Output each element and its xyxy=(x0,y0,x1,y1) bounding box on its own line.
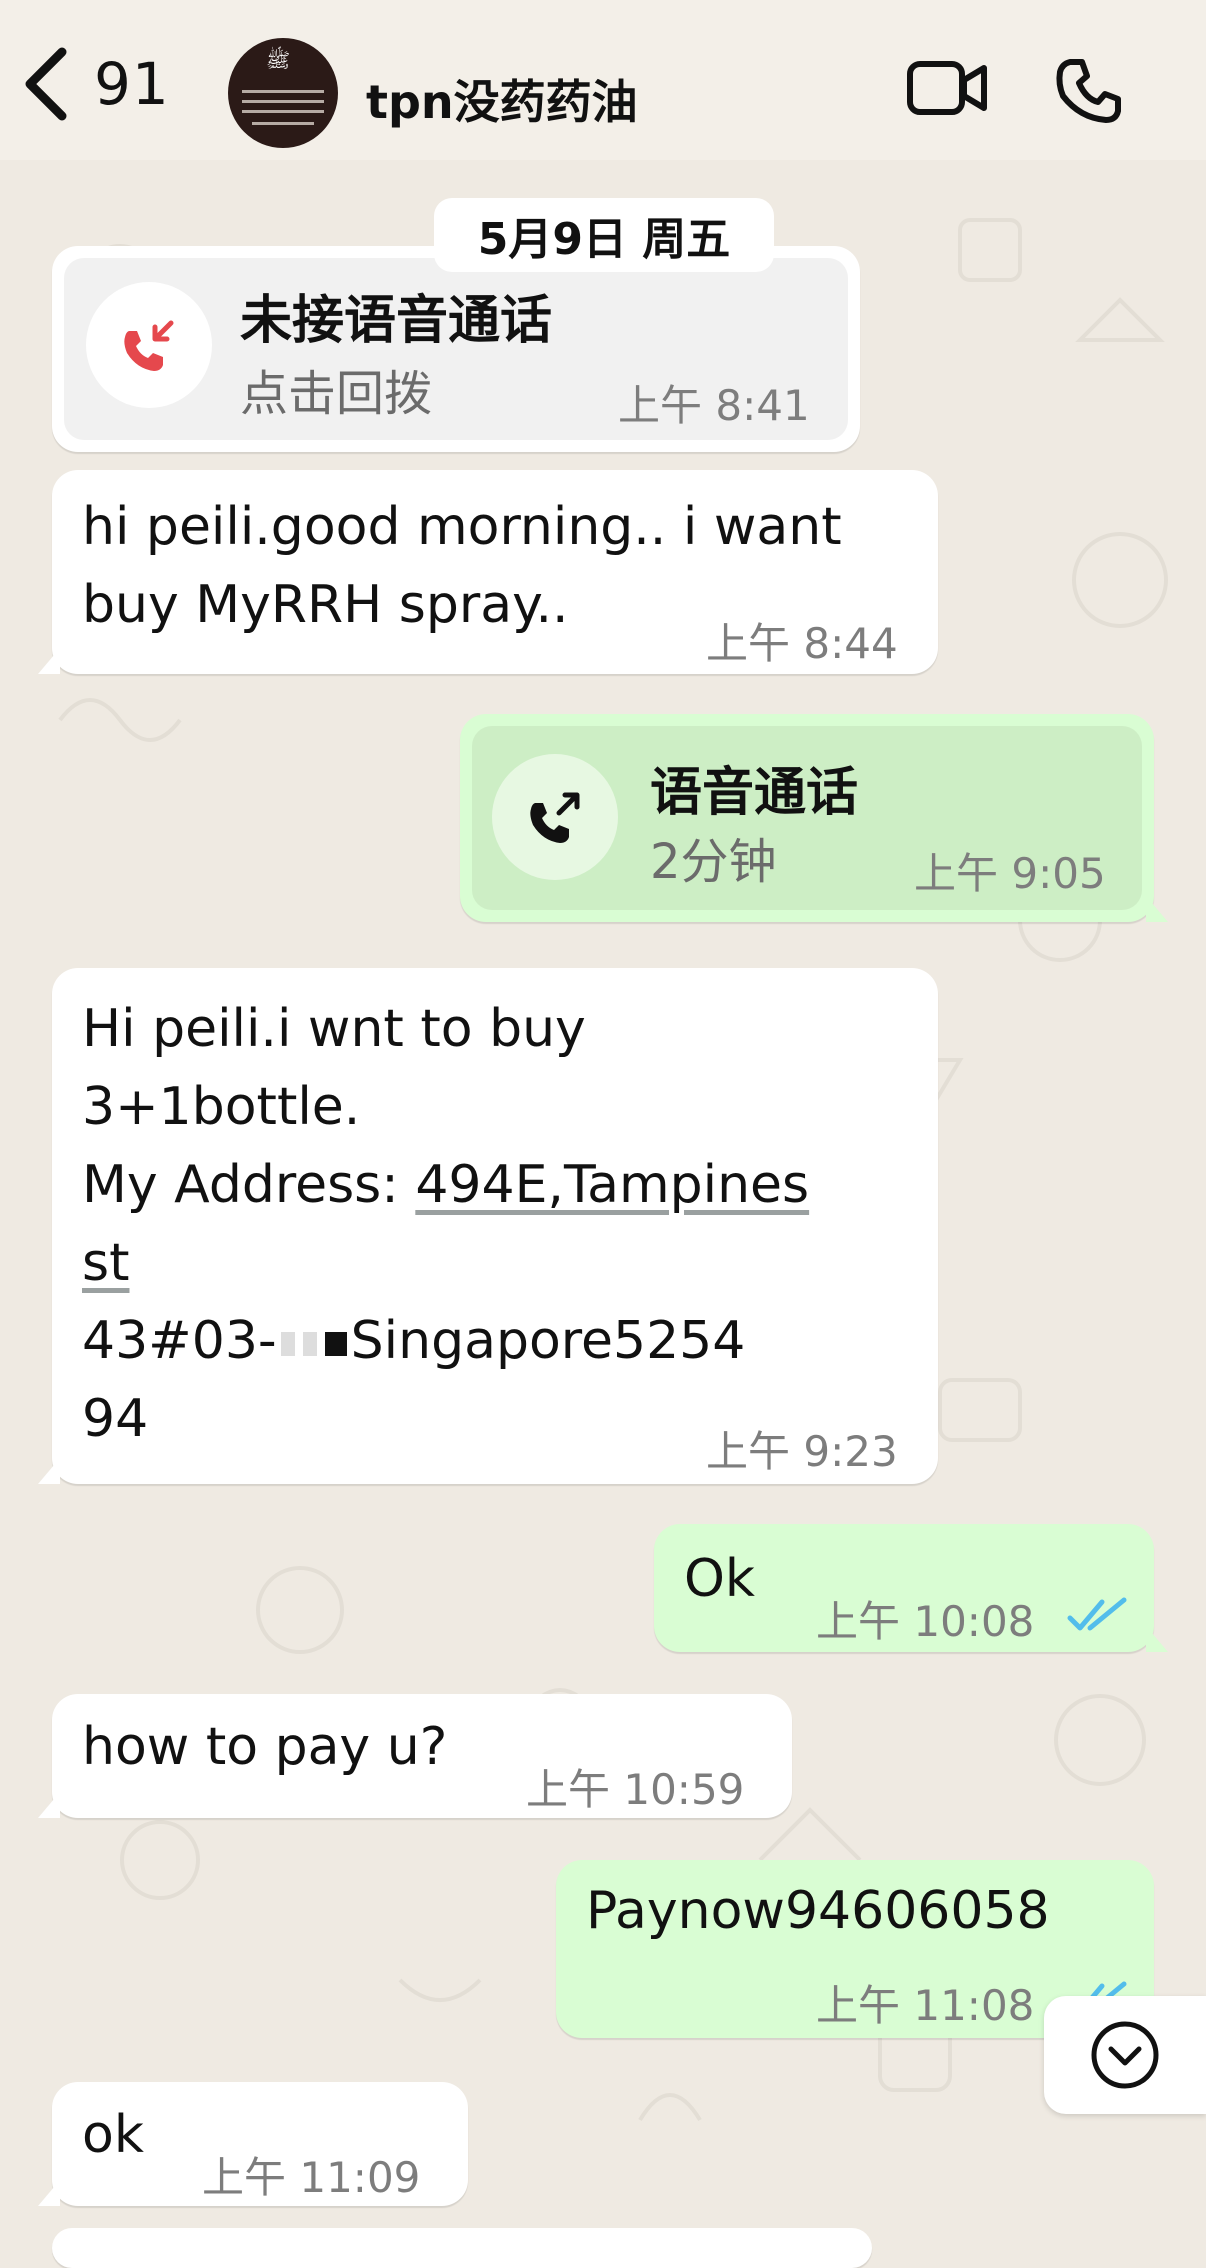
message-text: Paynow94606058 xyxy=(586,1881,1050,1941)
address-link[interactable]: st xyxy=(82,1233,129,1293)
message-line: Hi peili.i wnt to buy xyxy=(82,999,586,1059)
incoming-message[interactable]: hi peili.good morning.. i want buy MyRRH… xyxy=(38,470,938,674)
message-line: st xyxy=(82,1224,809,1302)
contact-name[interactable]: tpn没药药油 xyxy=(366,66,638,132)
phone-icon xyxy=(1056,59,1121,123)
message-line: 94 xyxy=(82,1389,149,1449)
message-time: 上午 11:08 xyxy=(816,1981,1035,2030)
video-camera-icon xyxy=(907,61,987,115)
missed-call-icon xyxy=(124,320,174,371)
message-text: ok xyxy=(82,2105,144,2165)
incoming-message-partial[interactable] xyxy=(52,2228,872,2268)
call-title: 语音通话 xyxy=(650,763,859,823)
message-time: 上午 9:05 xyxy=(914,849,1106,898)
outgoing-call-icon-circle xyxy=(492,754,618,880)
call-duration: 2分钟 xyxy=(650,834,777,890)
avatar[interactable]: ﷺ xyxy=(228,38,338,148)
call-title: 未接语音通话 xyxy=(240,291,553,351)
scroll-to-bottom-button[interactable] xyxy=(1044,1996,1206,2114)
chevron-left-icon xyxy=(25,47,67,121)
message-line: 3+1bottle. xyxy=(82,1077,361,1137)
redaction-mark xyxy=(324,1332,347,1356)
chat-header: 91 ﷺ tpn没药药油 xyxy=(0,0,1206,160)
missed-call-icon-circle xyxy=(86,282,212,408)
avatar-logo: ﷺ xyxy=(266,48,291,72)
message-text: Hi peili.i wnt to buy 3+1bottle. My Addr… xyxy=(82,990,809,1458)
call-subtitle[interactable]: 点击回拨 xyxy=(240,354,432,424)
message-time: 上午 8:41 xyxy=(618,381,810,430)
redaction-mark xyxy=(280,1332,295,1356)
incoming-message[interactable]: how to pay u? 上午 10:59 xyxy=(38,1694,792,1818)
message-time: 上午 11:09 xyxy=(202,2153,421,2202)
voice-call-message[interactable]: 语音通话 2分钟 上午 9:05 xyxy=(460,714,1168,922)
message-line: 43#03- Singapore5254 xyxy=(82,1311,746,1371)
message-text: Ok xyxy=(684,1549,756,1609)
missed-call-message[interactable]: 未接语音通话 点击回拨 上午 8:41 xyxy=(52,246,860,452)
message-time: 上午 10:59 xyxy=(526,1765,745,1814)
voice-call-button[interactable] xyxy=(1054,56,1124,130)
message-text: how to pay u? xyxy=(82,1717,448,1777)
message-time: 上午 9:23 xyxy=(706,1427,898,1476)
address-link[interactable]: 494E,Tampines xyxy=(415,1155,809,1215)
message-time: 上午 10:08 xyxy=(816,1597,1035,1646)
outgoing-message[interactable]: Ok 上午 10:08 xyxy=(654,1524,1168,1652)
date-separator: 5月9日 周五 xyxy=(434,198,774,272)
message-time: 上午 8:44 xyxy=(706,619,898,668)
chevron-down-circle-icon xyxy=(1091,2021,1159,2089)
message-line: My Address: 494E,Tampines xyxy=(82,1155,810,1215)
unread-count: 91 xyxy=(94,50,170,118)
outgoing-call-icon xyxy=(530,792,580,843)
read-receipt-icon xyxy=(1067,1597,1127,1631)
redaction-mark xyxy=(302,1332,317,1356)
back-button[interactable]: 91 xyxy=(22,46,170,122)
incoming-message[interactable]: ok 上午 11:09 xyxy=(38,2082,468,2206)
incoming-message[interactable]: Hi peili.i wnt to buy 3+1bottle. My Addr… xyxy=(38,968,938,1484)
video-call-button[interactable] xyxy=(906,58,988,122)
